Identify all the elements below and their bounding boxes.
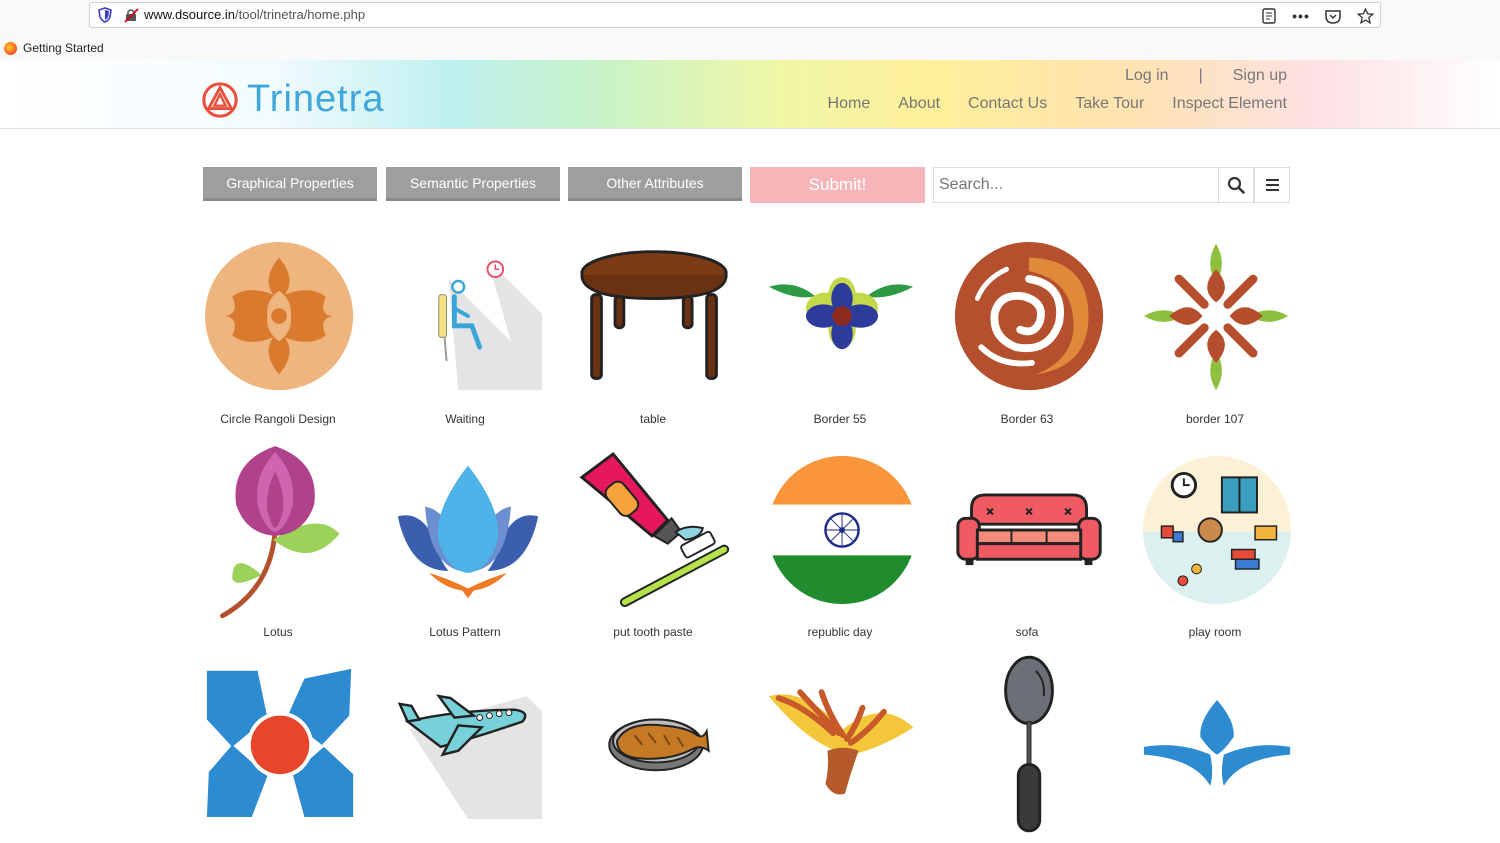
sofa-icon	[956, 493, 1102, 566]
border-55-icon	[768, 277, 914, 350]
browser-chrome: www.dsource.in/tool/trinetra/home.php ••…	[0, 0, 1500, 60]
aeroplane-icon	[397, 694, 543, 819]
login-link[interactable]: Log in	[1125, 67, 1169, 85]
filter-toolbar: Graphical Properties Semantic Properties…	[203, 167, 1291, 203]
border-107-icon	[1143, 243, 1289, 391]
main-nav: Home About Contact Us Take Tour Inspect …	[828, 95, 1287, 113]
item-label: republic day	[807, 625, 873, 639]
bookmark-getting-started[interactable]: Getting Started	[0, 38, 104, 58]
item-label: Border 55	[813, 412, 867, 426]
item-label: put tooth paste	[613, 625, 693, 639]
graphical-properties-button[interactable]: Graphical Properties	[203, 167, 377, 201]
brand-name: Trinetra	[247, 78, 385, 120]
item-label: Border 63	[1000, 412, 1054, 426]
border-pattern-icon	[1143, 700, 1291, 786]
reader-view-icon[interactable]	[1260, 7, 1278, 25]
republic-day-icon	[767, 455, 917, 605]
item-label: table	[639, 412, 667, 426]
nav-take-tour[interactable]: Take Tour	[1075, 95, 1144, 113]
nav-contact-us[interactable]: Contact Us	[968, 95, 1047, 113]
flower-pattern-icon	[206, 668, 354, 818]
waiting-icon	[438, 259, 543, 391]
signup-link[interactable]: Sign up	[1233, 67, 1287, 85]
auth-links: Log in | Sign up	[1125, 67, 1287, 85]
tooth-paste-icon	[579, 451, 730, 608]
hamburger-menu-icon	[1265, 179, 1279, 191]
item-label: border 107	[1185, 412, 1245, 426]
trinetra-logo-icon	[202, 81, 238, 118]
search-icon	[1227, 176, 1245, 194]
bookmark-label: Getting Started	[23, 41, 104, 55]
circle-rangoli-icon	[204, 241, 354, 391]
semantic-properties-button[interactable]: Semantic Properties	[386, 167, 560, 201]
flower-border-icon	[768, 689, 914, 795]
item-label: sofa	[1015, 625, 1039, 639]
nav-about[interactable]: About	[898, 95, 940, 113]
auth-separator: |	[1198, 67, 1203, 84]
search-input[interactable]	[933, 167, 1219, 203]
menu-button[interactable]	[1254, 167, 1290, 203]
item-label: Lotus Pattern	[429, 625, 501, 639]
url-text[interactable]: www.dsource.in/tool/trinetra/home.php	[144, 7, 365, 22]
site-logo[interactable]: Trinetra	[201, 78, 385, 121]
item-label: Lotus	[263, 625, 293, 639]
more-icon[interactable]: •••	[1292, 7, 1310, 25]
insecure-lock-icon[interactable]	[123, 7, 139, 23]
item-label: Waiting	[445, 412, 485, 426]
search-button[interactable]	[1218, 167, 1254, 203]
table-icon	[580, 250, 728, 380]
tracking-shield-icon[interactable]	[98, 7, 112, 23]
item-label: Circle Rangoli Design	[220, 412, 336, 426]
nav-inspect-element[interactable]: Inspect Element	[1172, 95, 1287, 113]
border-63-icon	[954, 241, 1104, 391]
lotus-icon	[220, 446, 340, 619]
fish-dish-icon	[608, 718, 710, 772]
firefox-icon	[4, 41, 17, 55]
bookmark-star-icon[interactable]	[1356, 7, 1374, 25]
other-attributes-button[interactable]: Other Attributes	[568, 167, 742, 201]
lotus-pattern-icon	[397, 465, 539, 599]
pocket-icon[interactable]	[1324, 7, 1342, 25]
play-room-icon	[1142, 455, 1292, 605]
nav-home[interactable]: Home	[828, 95, 871, 113]
item-label: play room	[1188, 625, 1242, 639]
submit-button[interactable]: Submit!	[750, 167, 925, 203]
spoon-icon	[1004, 655, 1054, 833]
address-bar[interactable]: www.dsource.in/tool/trinetra/home.php ••…	[89, 2, 1381, 28]
